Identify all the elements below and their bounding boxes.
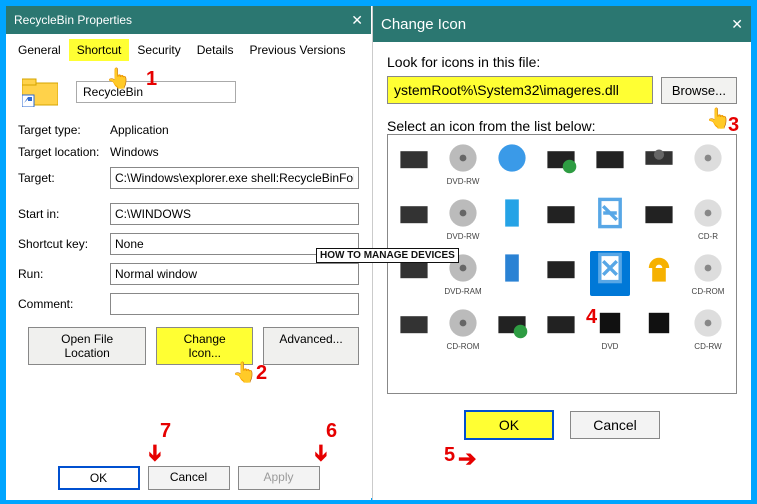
look-for-label: Look for icons in this file: [387, 54, 737, 70]
icon-item[interactable]: DVD-RW [443, 141, 483, 186]
properties-apply-button[interactable]: Apply [238, 466, 320, 490]
tab-previous-versions[interactable]: Previous Versions [241, 39, 353, 61]
icon-item[interactable] [492, 196, 532, 241]
run-select[interactable] [110, 263, 359, 285]
advanced-button[interactable]: Advanced... [263, 327, 359, 365]
properties-cancel-button[interactable]: Cancel [148, 466, 230, 490]
icon-item[interactable] [394, 251, 434, 296]
properties-ok-button[interactable]: OK [58, 466, 140, 490]
target-type-value: Application [110, 123, 169, 137]
icon-item[interactable] [639, 141, 679, 186]
target-location-value: Windows [110, 145, 159, 159]
icon-item[interactable] [688, 141, 728, 186]
browse-button[interactable]: Browse... [661, 77, 737, 104]
open-file-location-button[interactable]: Open File Location [28, 327, 146, 365]
tab-shortcut[interactable]: Shortcut [69, 39, 130, 61]
properties-tabs: General Shortcut Security Details Previo… [6, 34, 371, 61]
change-icon-dialog: Change Icon ✕ Look for icons in this fil… [372, 6, 751, 500]
shortcut-name: RecycleBin [76, 81, 236, 103]
icon-item[interactable] [394, 306, 434, 351]
icon-item[interactable] [394, 196, 434, 241]
icon-item[interactable]: CD-ROM [443, 306, 483, 351]
icon-item[interactable] [394, 141, 434, 186]
change-icon-body: Look for icons in this file: Browse... S… [373, 42, 751, 452]
change-icon-ok-button[interactable]: OK [464, 410, 554, 440]
select-icon-label: Select an icon from the list below: [387, 118, 737, 134]
tab-details[interactable]: Details [189, 39, 242, 61]
icon-item[interactable]: DVD-RW [443, 196, 483, 241]
change-icon-title: Change Icon [381, 16, 466, 33]
recyclebin-properties-dialog: RecycleBin Properties ✕ General Shortcut… [6, 6, 371, 500]
icon-item[interactable]: CD-RW [688, 306, 728, 351]
comment-input[interactable] [110, 293, 359, 315]
change-icon-close-button[interactable]: ✕ [731, 16, 743, 33]
start-in-input[interactable] [110, 203, 359, 225]
icon-item[interactable] [541, 141, 581, 186]
properties-bottom-buttons: OK Cancel Apply [6, 466, 371, 490]
icon-item[interactable] [639, 306, 679, 351]
target-input[interactable] [110, 167, 359, 189]
properties-titlebar: RecycleBin Properties ✕ [6, 6, 371, 34]
change-icon-titlebar: Change Icon ✕ [373, 6, 751, 42]
icon-item[interactable] [590, 196, 630, 241]
run-label: Run: [18, 267, 110, 281]
icon-item[interactable] [492, 251, 532, 296]
target-label: Target: [18, 171, 110, 185]
icon-item[interactable] [541, 306, 581, 351]
icon-item[interactable]: DVD-RAM [443, 251, 483, 296]
icon-item[interactable] [541, 196, 581, 241]
icon-list[interactable]: DVD-RW DVD-RW CD-R [387, 134, 737, 394]
comment-label: Comment: [18, 297, 110, 311]
properties-close-button[interactable]: ✕ [351, 12, 363, 29]
properties-title: RecycleBin Properties [14, 13, 132, 27]
icon-item[interactable] [541, 251, 581, 296]
icon-item[interactable]: CD-R [688, 196, 728, 241]
target-location-label: Target location: [18, 145, 110, 159]
icon-item[interactable] [590, 141, 630, 186]
properties-body: RecycleBin Target type: Application Targ… [6, 61, 371, 373]
change-icon-cancel-button[interactable]: Cancel [570, 411, 660, 439]
tab-general[interactable]: General [10, 39, 69, 61]
folder-shortcut-icon [22, 77, 58, 107]
icon-path-input[interactable] [387, 76, 653, 104]
icon-item[interactable]: CD-ROM [688, 251, 728, 296]
icon-item[interactable] [639, 196, 679, 241]
icon-item-selected[interactable] [590, 251, 630, 296]
tab-security[interactable]: Security [129, 39, 188, 61]
start-in-label: Start in: [18, 207, 110, 221]
icon-item[interactable] [492, 306, 532, 351]
shortcut-key-label: Shortcut key: [18, 237, 110, 251]
icon-item[interactable] [492, 141, 532, 186]
icon-item[interactable] [639, 251, 679, 296]
shortcut-key-input[interactable] [110, 233, 359, 255]
target-type-label: Target type: [18, 123, 110, 137]
change-icon-button[interactable]: Change Icon... [156, 327, 253, 365]
icon-item[interactable]: DVD [590, 306, 630, 351]
